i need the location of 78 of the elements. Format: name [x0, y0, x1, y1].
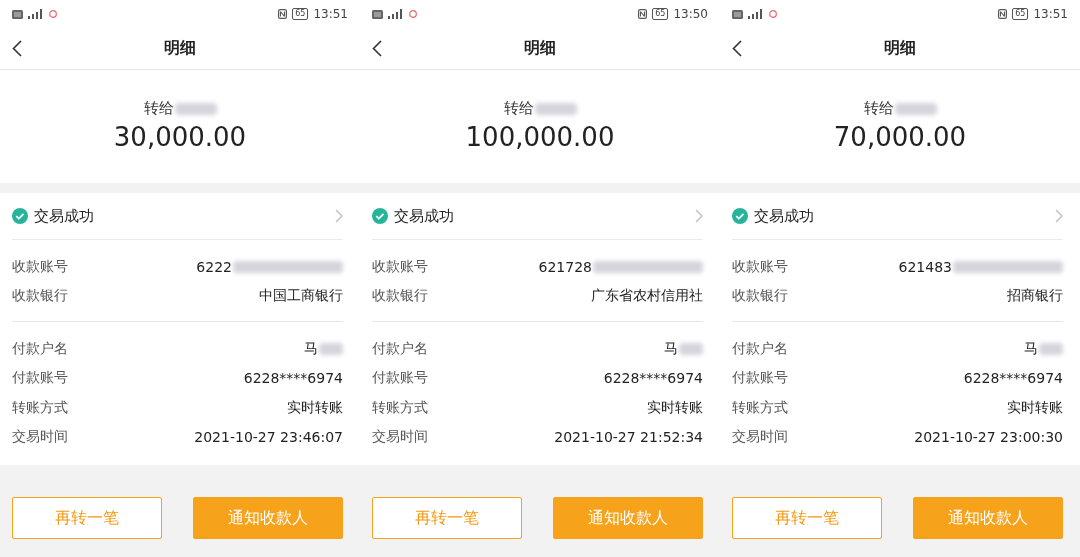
- signal-icon: [388, 9, 404, 19]
- field-label: 收款银行: [372, 287, 428, 306]
- transfer-to-label: 转给: [503, 99, 534, 118]
- field-label: 收款银行: [12, 287, 68, 306]
- signal-icon: [748, 9, 764, 19]
- transaction-status: 交易成功: [394, 206, 454, 226]
- redaction-blur: [679, 342, 703, 355]
- transfer-amount: 100,000.00: [465, 122, 615, 152]
- redaction-blur: [319, 342, 343, 355]
- notification-icon: [769, 10, 777, 18]
- field-label: 付款户名: [732, 339, 788, 358]
- field-value: 广东省农村信用社: [591, 287, 703, 306]
- field-label: 收款账号: [372, 257, 428, 276]
- transfer-again-button[interactable]: 再转一笔: [12, 497, 162, 539]
- field-value: 621728: [538, 258, 592, 275]
- notify-button[interactable]: 通知收款人: [553, 497, 703, 539]
- field-value: 6228****6974: [243, 370, 343, 387]
- field-value: 实时转账: [1007, 398, 1063, 417]
- field-label: 付款账号: [732, 369, 788, 388]
- field-label: 转账方式: [12, 398, 68, 417]
- field-label: 转账方式: [372, 398, 428, 417]
- back-icon[interactable]: [732, 40, 742, 57]
- notification-icon: [49, 10, 57, 18]
- status-time: 13:51: [1033, 7, 1068, 21]
- field-value: 招商银行: [1007, 287, 1063, 306]
- redaction-blur: [174, 102, 217, 115]
- field-label: 交易时间: [732, 428, 788, 447]
- field-value: 实时转账: [647, 398, 703, 417]
- nfc-icon: [278, 9, 288, 19]
- field-value: 2021-10-27 23:00:30: [914, 429, 1063, 446]
- redaction-blur: [894, 102, 937, 115]
- redaction-blur: [1039, 342, 1063, 355]
- transfer-again-button[interactable]: 再转一笔: [372, 497, 522, 539]
- nfc-icon: [998, 9, 1008, 19]
- transaction-status: 交易成功: [754, 206, 814, 226]
- field-label: 转账方式: [732, 398, 788, 417]
- field-label: 付款账号: [12, 369, 68, 388]
- field-value: 6228****6974: [603, 370, 703, 387]
- status-time: 13:50: [673, 7, 708, 21]
- back-icon[interactable]: [372, 40, 382, 57]
- transfer-to-label: 转给: [863, 99, 894, 118]
- redaction-blur: [534, 102, 577, 115]
- field-value: 2021-10-27 21:52:34: [554, 429, 703, 446]
- field-label: 付款户名: [372, 339, 428, 358]
- field-value: 6222: [196, 258, 232, 275]
- battery-level: 65: [1012, 8, 1029, 20]
- field-value: 马: [304, 339, 318, 358]
- transfer-amount: 70,000.00: [833, 122, 967, 152]
- transfer-amount: 30,000.00: [113, 122, 247, 152]
- back-icon[interactable]: [12, 40, 22, 57]
- status-time: 13:51: [313, 7, 348, 21]
- notify-button[interactable]: 通知收款人: [913, 497, 1063, 539]
- page-title: 明细: [884, 38, 916, 59]
- field-value: 马: [664, 339, 678, 358]
- notification-icon: [409, 10, 417, 18]
- field-label: 交易时间: [12, 428, 68, 447]
- signal-icon: [28, 9, 44, 19]
- battery-level: 65: [652, 8, 669, 20]
- field-label: 收款账号: [732, 257, 788, 276]
- notify-button[interactable]: 通知收款人: [193, 497, 343, 539]
- field-value: 621483: [898, 258, 952, 275]
- field-label: 付款账号: [372, 369, 428, 388]
- transfer-again-button[interactable]: 再转一笔: [732, 497, 882, 539]
- field-value: 2021-10-27 23:46:07: [194, 429, 343, 446]
- field-value: 实时转账: [287, 398, 343, 417]
- field-label: 交易时间: [372, 428, 428, 447]
- page-title: 明细: [524, 38, 556, 59]
- field-label: 收款银行: [732, 287, 788, 306]
- field-label: 收款账号: [12, 257, 68, 276]
- transaction-status: 交易成功: [34, 206, 94, 226]
- battery-level: 65: [292, 8, 309, 20]
- field-value: 6228****6974: [963, 370, 1063, 387]
- transfer-to-label: 转给: [143, 99, 174, 118]
- nfc-icon: [638, 9, 648, 19]
- field-value: 中国工商银行: [259, 287, 343, 306]
- field-value: 马: [1024, 339, 1038, 358]
- field-label: 付款户名: [12, 339, 68, 358]
- page-title: 明细: [164, 38, 196, 59]
